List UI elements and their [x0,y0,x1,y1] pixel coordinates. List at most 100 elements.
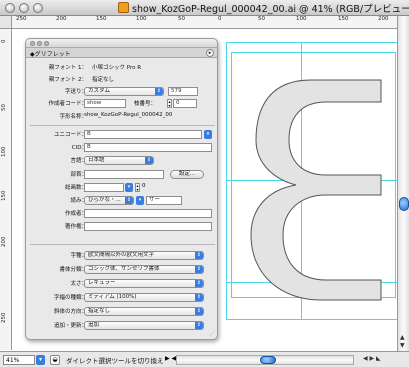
illustrator-file-icon [118,2,129,13]
chevron-updown-icon: ⇕ [125,197,133,204]
language-select[interactable]: 日本語 ⇕ [84,156,154,165]
value: 指定なし [92,77,115,83]
ruler-number: 250 [1,312,7,324]
ruler-number: 150 [1,190,7,202]
label: 追加・更新： [53,323,87,329]
advance-width-input[interactable]: 579 [168,87,198,96]
ruler-number: 0 [1,39,7,44]
unicode-input[interactable]: B [84,130,202,139]
close-button[interactable] [5,3,15,13]
char-type-select-value: 欧文間隔以外の欧文用文字 [88,252,155,258]
horizontal-scrollbar[interactable] [176,355,354,365]
weight-select[interactable]: レギュラー ⇕ [84,279,204,288]
row-radical: 部首： 設定... [26,170,217,180]
reading-input[interactable]: ザー [146,196,182,205]
label: 枝番号： [134,101,157,107]
scroll-up-arrow-icon[interactable]: ▲ [400,334,405,341]
chevron-updown-icon: ⇕ [195,294,203,301]
row-typeface-class: 書体分類： ゴシック体、サンセリフ書体 ⇕ [26,265,217,275]
zoom-field[interactable]: 41% [3,355,35,365]
window-title-text: show_KozGoP-Regul_000042_00.ai @ 41% (RG… [132,4,409,15]
horizontal-scroll-thumb[interactable] [260,356,276,364]
row-cid: CID： B [26,143,217,153]
label: 字形名称： [59,114,87,120]
cid-input[interactable]: B [84,143,212,152]
stroke-count-value: 0 [142,183,146,189]
weight-select-value: レギュラー [88,280,116,286]
width-class-select[interactable]: ミディアム (100%) ⇕ [84,293,204,302]
panel-close-button[interactable] [30,41,35,46]
label: 斜体の方向： [53,309,87,315]
glyphlet-panel[interactable]: ◆グリフレット ▸ 親フォント 1： 小塚ゴシック Pro R 親フォント 2：… [25,38,218,340]
chevron-updown-icon: ⇕ [195,280,203,287]
stepper-icon[interactable]: ▴ ▾ [167,99,172,108]
chevron-down-icon[interactable]: ▾ [204,130,212,139]
advance-select[interactable]: カスタム ⇕ [84,87,164,96]
chevron-updown-icon: ⇕ [195,322,203,329]
chevron-updown-icon: ⇕ [145,157,153,164]
ruler-origin[interactable] [0,16,12,29]
window-titlebar: show_KozGoP-Regul_000042_00.ai @ 41% (RG… [0,0,409,16]
settings-button[interactable]: 設定... [170,170,204,179]
chevron-updown-icon: ⇕ [195,252,203,259]
row-weight: 太さ： レギュラー ⇕ [26,279,217,289]
typeface-class-select[interactable]: ゴシック体、サンセリフ書体 ⇕ [84,265,204,274]
ruler-number: 100 [136,16,147,22]
minimize-button[interactable] [19,3,29,13]
resize-grip-icon[interactable]: ⋰ [209,330,215,337]
panel-zoom-button[interactable] [44,41,49,46]
panel-tab-row: ◆グリフレット ▸ [26,48,217,58]
char-type-select[interactable]: 欧文間隔以外の欧文用文字 ⇕ [84,251,204,260]
reading-select[interactable]: ひらがな・... ⇕ [84,196,134,205]
chevron-updown-icon: ⇕ [195,266,203,273]
mirrored-b-glyph[interactable] [241,60,401,320]
divider [30,244,215,245]
panel-menu-icon[interactable]: ▸ [206,49,214,57]
stroke-count-input[interactable] [84,183,124,192]
label: 親フォント 2： [48,77,87,83]
row-add-update: 追加・更新： 追加 ⇕ [26,321,217,331]
zoom-menu-icon[interactable]: ▾ [36,355,45,365]
status-bar: 41% ▾ ◒ ダイレクト選択ツールを切り換え ▶ ◀ ◀ ▶ ◣ [0,351,409,367]
zoom-button[interactable] [33,3,43,13]
radical-input[interactable] [84,170,164,179]
label: 字幅の種類： [53,295,87,301]
status-cycle-icon[interactable]: ◒ [50,355,60,365]
italic-direction-select[interactable]: 指定なし ⇕ [84,307,204,316]
label: 親フォント 1： [48,65,87,71]
ruler-number: 200 [1,236,7,248]
chevron-down-icon[interactable]: ▾ [125,183,133,192]
branch-number-input[interactable]: 0 [173,99,197,108]
panel-titlebar[interactable] [26,39,217,48]
vertical-scroll-thumb[interactable] [399,197,409,211]
value: 小塚ゴシック Pro R [92,65,142,71]
chevron-updown-icon: ⇕ [155,88,163,95]
ruler-number: 0 [218,16,222,22]
vertical-ruler[interactable]: 0 50 100 150 200 250 [0,29,12,350]
row-parent-font-1: 親フォント 1： 小塚ゴシック Pro R [26,63,217,73]
scroll-down-arrow-icon[interactable]: ▼ [400,342,405,349]
tab-glyphlet[interactable]: ◆グリフレット [30,49,71,58]
row-reading: 読み： ひらがな・... ⇕ ▾ ザー [26,196,217,206]
scroll-left-right-arrows-icon[interactable]: ◀ ▶ ◣ [363,355,381,362]
row-char-type: 字種： 欧文間隔以外の欧文用文字 ⇕ [26,251,217,261]
row-advance: 字送り： カスタム ⇕ 579 [26,87,217,97]
author-input[interactable] [84,209,212,218]
label: 書体分類： [59,267,87,273]
panel-minimize-button[interactable] [37,41,42,46]
add-update-select[interactable]: 追加 ⇕ [84,321,204,330]
status-menu-triangle-icon[interactable]: ▶ ◀ [165,355,176,362]
creator-code-input[interactable]: show [84,99,126,108]
ruler-number: 50 [178,16,185,22]
divider [30,125,215,126]
horizontal-ruler[interactable]: 250 200 150 100 50 0 50 100 150 200 [12,16,397,29]
row-glyph-name: 字形名称： show_KozGoP-Regul_000042_00 [26,112,217,122]
ruler-number: 150 [96,16,107,22]
copyright-input[interactable] [84,222,212,231]
stepper-icon[interactable]: ▴ ▾ [135,183,140,192]
vertical-scrollbar[interactable]: ▲ ▼ [397,16,409,351]
value: show_KozGoP-Regul_000042_00 [84,112,173,118]
chevron-down-icon[interactable]: ▾ [136,196,144,205]
advance-select-value: カスタム [88,88,111,94]
ruler-number: 150 [338,16,349,22]
